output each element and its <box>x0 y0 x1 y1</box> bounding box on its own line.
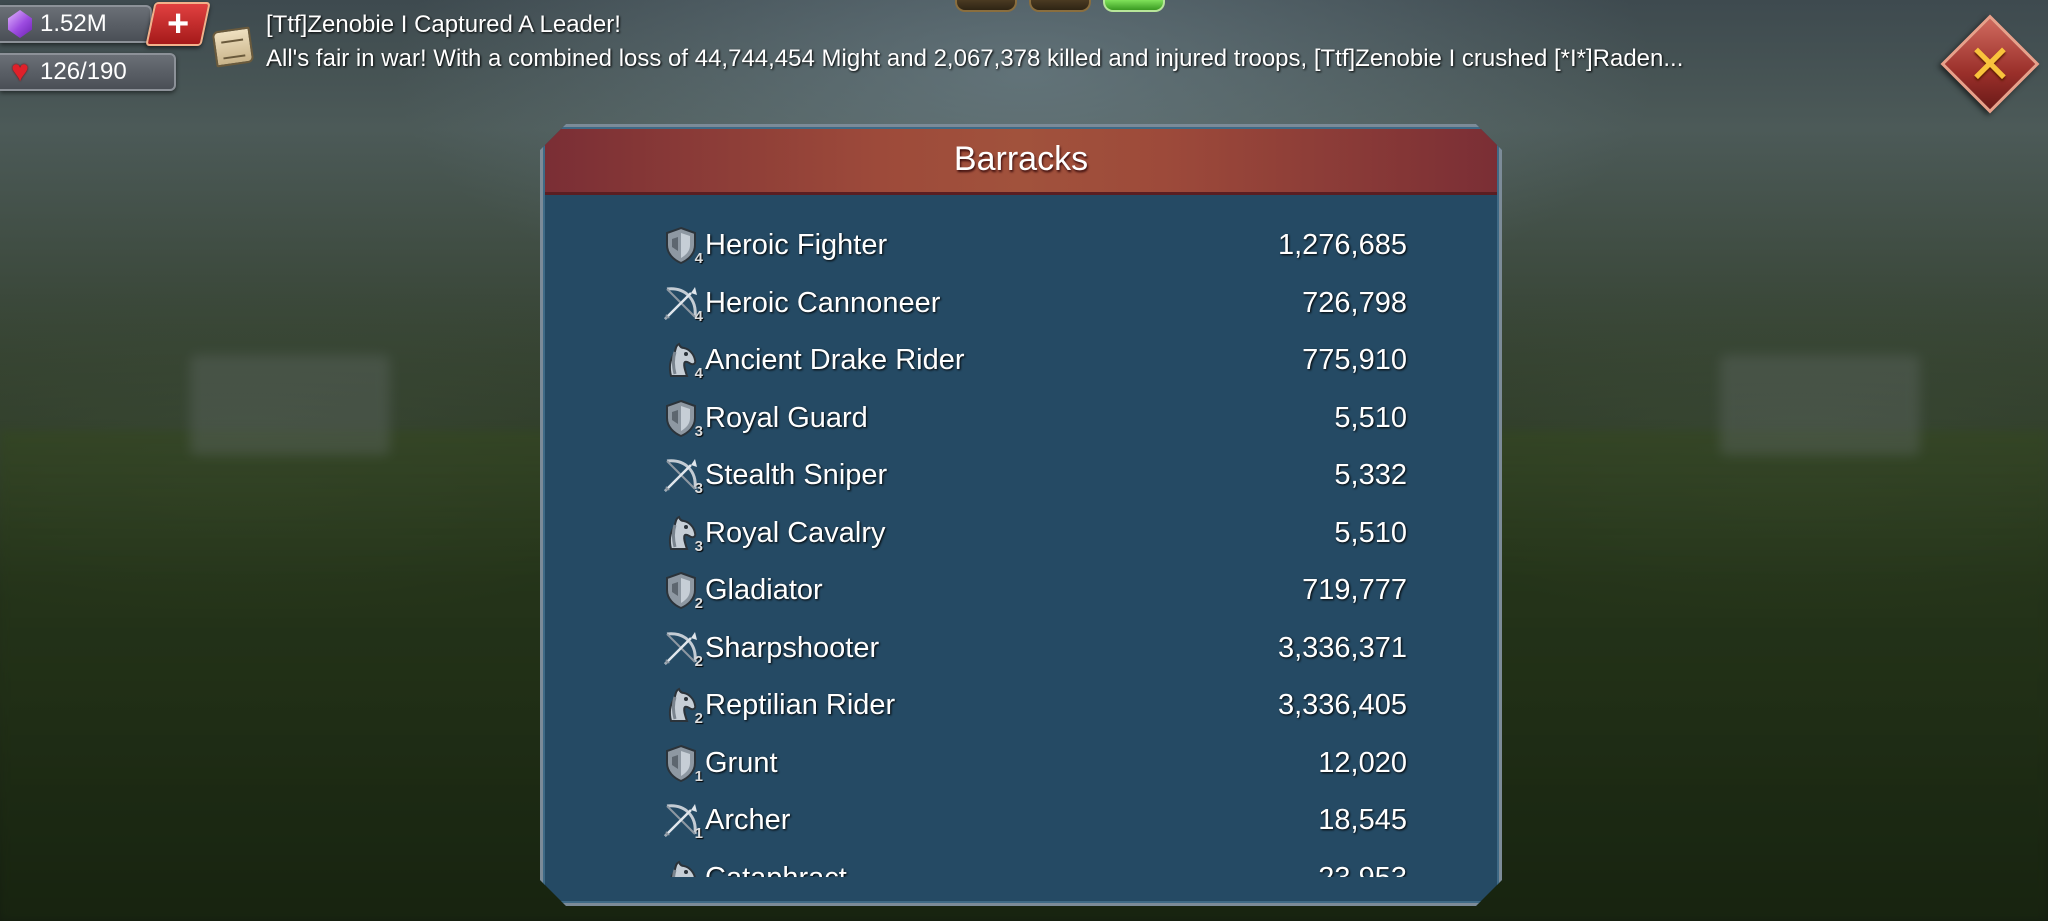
troop-count: 719,777 <box>1302 574 1407 607</box>
troop-row: 4 Ancient Drake Rider 775,910 <box>543 332 1499 390</box>
troop-name: Ancient Drake Rider <box>705 344 965 377</box>
troop-name: Sharpshooter <box>705 631 880 664</box>
plus-icon: + <box>166 3 190 45</box>
troop-name: Heroic Fighter <box>705 229 888 262</box>
troop-count: 5,332 <box>1334 459 1407 492</box>
troop-tier: 1 <box>694 767 703 785</box>
troop-tier: 3 <box>694 480 703 497</box>
troop-row: 3 Royal Cavalry 5,510 <box>543 505 1499 563</box>
troop-tier: 4 <box>694 307 703 325</box>
close-icon: ✕ <box>1967 34 2013 95</box>
troop-tier: 4 <box>694 250 703 267</box>
troop-count: 5,510 <box>1334 401 1407 434</box>
troop-row: 4 Heroic Fighter 1,276,685 <box>543 217 1499 275</box>
troop-tier: 4 <box>694 365 703 382</box>
troop-tier: 3 <box>694 537 703 555</box>
troop-count: 1,276,685 <box>1277 229 1407 262</box>
troop-count: 18,545 <box>1318 804 1407 837</box>
heart-icon: ♥ <box>11 55 29 88</box>
scroll-icon <box>210 24 256 70</box>
panel-title: Barracks <box>953 140 1089 178</box>
troop-row: 2 Sharpshooter 3,336,371 <box>543 620 1499 678</box>
horse-head-icon: 2 <box>661 685 701 725</box>
bow-icon: 1 <box>661 800 701 840</box>
troop-name: Royal Guard <box>705 401 868 434</box>
troop-tier: 1 <box>694 825 703 842</box>
shield-icon: 1 <box>661 743 701 783</box>
troop-name: Reptilian Rider <box>705 689 896 722</box>
panel-header: Barracks <box>543 127 1499 195</box>
troop-count: 12,020 <box>1318 746 1407 779</box>
troop-row: 1 Archer 18,545 <box>543 792 1499 850</box>
background-ruin-left <box>190 355 390 455</box>
troop-tier: 2 <box>694 710 703 727</box>
news-ticker[interactable]: [Ttf]Zenobie I Captured A Leader! All's … <box>210 8 1878 88</box>
background-ruin-right <box>1720 355 1920 455</box>
horse-head-icon: 3 <box>661 513 701 553</box>
troop-count: 3,336,405 <box>1277 689 1407 722</box>
horse-head-icon: 4 <box>661 340 701 380</box>
troop-row: 2 Gladiator 719,777 <box>543 562 1499 620</box>
add-gems-button[interactable]: + <box>145 2 211 46</box>
troop-name: Heroic Cannoneer <box>705 286 941 319</box>
barracks-panel: Barracks 4 Heroic Fighter 1,276,685 4 Heroic… <box>540 124 1502 906</box>
troop-name: Archer <box>705 804 791 837</box>
troop-tier: 2 <box>694 652 703 670</box>
troop-count: 3,336,371 <box>1277 631 1407 664</box>
troop-row: 3 Stealth Sniper 5,332 <box>543 447 1499 505</box>
shield-icon: 3 <box>661 398 701 438</box>
troop-row: 2 Reptilian Rider 3,336,405 <box>543 677 1499 735</box>
gems-resource: 1.52M <box>0 4 152 44</box>
troop-name: Gladiator <box>705 574 823 607</box>
troop-count: 5,510 <box>1334 516 1407 549</box>
purple-gem-icon <box>0 5 40 43</box>
troop-name: Grunt <box>705 746 778 779</box>
ticker-message: All's fair in war! With a combined loss … <box>266 45 1684 72</box>
troop-count: 726,798 <box>1302 286 1407 319</box>
close-button[interactable]: ✕ <box>1940 14 2040 114</box>
troop-row: 4 Heroic Cannoneer 726,798 <box>543 275 1499 333</box>
energy-resource: ♥ 126/190 <box>0 52 176 92</box>
troop-name: Stealth Sniper <box>705 459 888 492</box>
horse-head-icon: 1 <box>661 858 701 878</box>
troop-name: Royal Cavalry <box>705 516 886 549</box>
troop-row: 3 Royal Guard 5,510 <box>543 390 1499 448</box>
bow-icon: 2 <box>661 628 701 668</box>
bow-icon: 3 <box>661 455 701 495</box>
troop-row: 1 Grunt 12,020 <box>543 735 1499 793</box>
troop-tier: 3 <box>694 422 703 440</box>
troop-count: 23,953 <box>1318 862 1407 877</box>
shield-icon: 2 <box>661 570 701 610</box>
troop-name: Cataphract <box>705 862 847 877</box>
gems-count: 1.52M <box>40 10 107 37</box>
ticker-headline: [Ttf]Zenobie I Captured A Leader! <box>266 11 621 38</box>
troop-count: 775,910 <box>1302 344 1407 377</box>
troop-tier: 2 <box>694 595 703 612</box>
troop-row: 1 Cataphract 23,953 <box>543 850 1499 878</box>
bow-icon: 4 <box>661 283 701 323</box>
troop-list[interactable]: 4 Heroic Fighter 1,276,685 4 Heroic Cannonee… <box>543 217 1499 877</box>
energy-count: 126/190 <box>40 58 127 85</box>
shield-icon: 4 <box>661 225 701 265</box>
